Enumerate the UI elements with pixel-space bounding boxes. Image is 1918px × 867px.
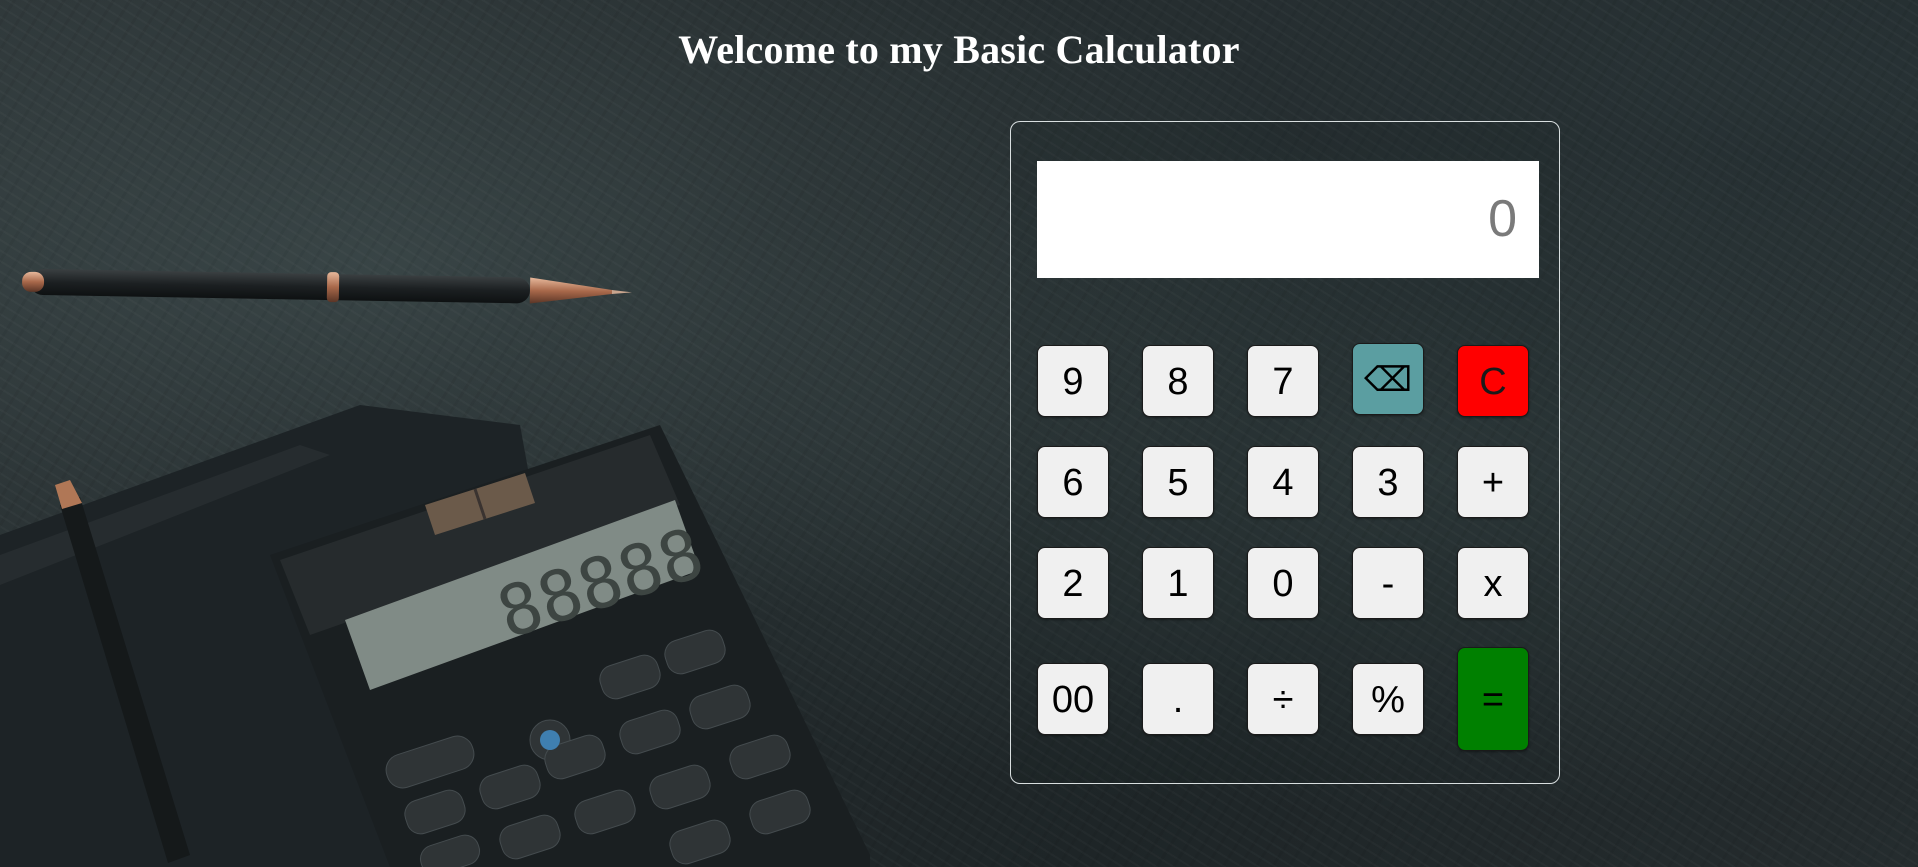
key-2[interactable]: 2 xyxy=(1037,547,1109,619)
calculator: 0 9 8 7 ⌫ C 6 5 4 3 + 2 1 0 - x 00 . ÷ %… xyxy=(1010,121,1560,784)
calculator-display: 0 xyxy=(1037,161,1539,278)
key-00[interactable]: 00 xyxy=(1037,663,1109,735)
key-9[interactable]: 9 xyxy=(1037,345,1109,417)
minus-button[interactable]: - xyxy=(1352,547,1424,619)
backspace-button[interactable]: ⌫ xyxy=(1352,343,1424,415)
divide-button[interactable]: ÷ xyxy=(1247,663,1319,735)
key-3[interactable]: 3 xyxy=(1352,446,1424,518)
key-1[interactable]: 1 xyxy=(1142,547,1214,619)
key-4[interactable]: 4 xyxy=(1247,446,1319,518)
percent-button[interactable]: % xyxy=(1352,663,1424,735)
key-5[interactable]: 5 xyxy=(1142,446,1214,518)
key-0[interactable]: 0 xyxy=(1247,547,1319,619)
key-6[interactable]: 6 xyxy=(1037,446,1109,518)
multiply-button[interactable]: x xyxy=(1457,547,1529,619)
clear-button[interactable]: C xyxy=(1457,345,1529,417)
key-7[interactable]: 7 xyxy=(1247,345,1319,417)
pen-decoration xyxy=(22,269,632,304)
key-8[interactable]: 8 xyxy=(1142,345,1214,417)
plus-button[interactable]: + xyxy=(1457,446,1529,518)
desk-calculator-decoration: 88888 xyxy=(0,405,870,867)
page-title: Welcome to my Basic Calculator xyxy=(678,27,1240,72)
decimal-button[interactable]: . xyxy=(1142,663,1214,735)
equals-button[interactable]: = xyxy=(1457,647,1529,751)
